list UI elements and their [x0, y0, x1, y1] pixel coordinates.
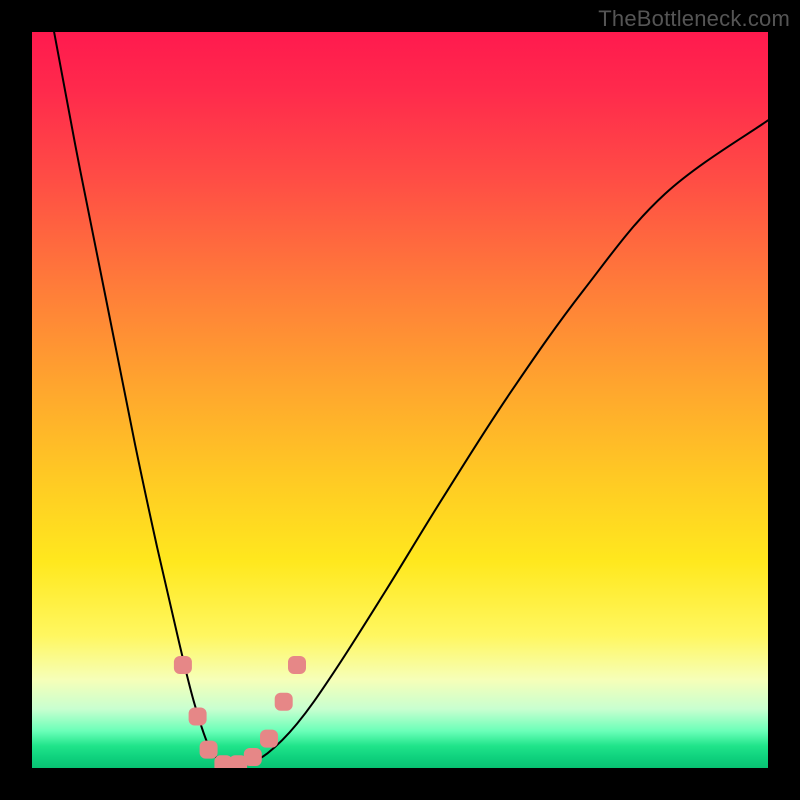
curve-marker	[260, 730, 278, 748]
curve-marker	[275, 693, 293, 711]
curve-marker	[288, 656, 306, 674]
bottleneck-curve	[54, 32, 768, 768]
watermark-text: TheBottleneck.com	[598, 6, 790, 32]
chart-frame: TheBottleneck.com	[0, 0, 800, 800]
curve-marker	[200, 741, 218, 759]
curve-marker	[189, 708, 207, 726]
curve-marker	[244, 748, 262, 766]
curve-marker	[174, 656, 192, 674]
marker-group	[174, 656, 306, 768]
curve-svg	[32, 32, 768, 768]
plot-area	[32, 32, 768, 768]
